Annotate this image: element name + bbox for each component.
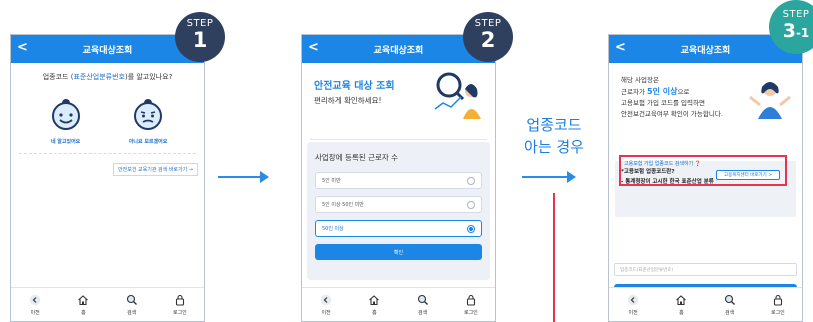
nav-label: 홈 (372, 309, 377, 316)
code-question: 업종코드 (표준산업분류번호)를 알고있나요? (11, 72, 204, 82)
nav-label: 홈 (679, 309, 684, 316)
question-highlight: 표준산업분류번호 (73, 73, 125, 81)
industry-code-input[interactable]: 업종코드(표준산업분류번호) (614, 263, 797, 276)
back-circle-icon (320, 294, 333, 307)
branch-line (553, 193, 555, 322)
lock-icon (771, 294, 784, 307)
divider (19, 153, 196, 154)
nav-label: 이전 (30, 309, 40, 316)
bottom-nav: 이전 홈 검색 로그인 (302, 287, 495, 321)
edu-institution-link[interactable]: 안전보건 교육기관 검색 바로가기 → (113, 163, 198, 176)
option-over-50[interactable]: 50인 이상 (315, 220, 482, 237)
option-label: 50인 이상 (322, 226, 344, 232)
page-title: 교육대상조회 (82, 45, 133, 56)
branch-label-line: 아는 경우 (524, 138, 584, 156)
option-no-label: 아니요 모르겠어요 (128, 139, 168, 145)
home-icon (77, 294, 90, 307)
step-number: 3-1 (769, 20, 813, 44)
chevron-left-icon[interactable]: < (615, 40, 626, 55)
search-icon (723, 294, 736, 307)
nav-login[interactable]: 로그인 (754, 288, 802, 321)
option-label: 5인 이상 50인 미만 (322, 202, 364, 208)
option-5-to-50[interactable]: 5인 이상 50인 미만 (315, 196, 482, 213)
nav-home[interactable]: 홈 (350, 288, 398, 321)
phone-screen-step1: < 교육대상조회 업종코드 (표준산업분류번호)를 알고있나요? 네 알고있어요 (10, 34, 205, 322)
phone-screen-step2: < 교육대상조회 안전교육 대상 조회 편리하게 확인하세요! ※사업자에 종사… (301, 34, 496, 322)
step-number: 2 (480, 28, 496, 52)
highlight-box: 고용보험 가입 업종코드 검색하기 ❓ 고용복지센터 바로가기 > (619, 155, 787, 186)
smile-face-icon (51, 99, 80, 130)
lock-icon (464, 294, 477, 307)
nav-search[interactable]: 검색 (108, 288, 156, 321)
nav-label: 로그인 (172, 309, 187, 316)
nav-label: 검색 (418, 309, 428, 316)
bottom-nav: 이전 홈 검색 로그인 (11, 287, 204, 321)
nav-label: 로그인 (463, 309, 478, 316)
nav-back[interactable]: 이전 (609, 288, 657, 321)
worker-count-form: 사업장에 등록된 근로자 수 5인 미만 5인 이상 50인 미만 50인 이상… (307, 142, 490, 280)
nav-label: 이전 (628, 309, 638, 316)
nav-back[interactable]: 이전 (302, 288, 350, 321)
page-title: 교육대상조회 (680, 45, 731, 56)
worker-count-highlight: 5인 이상 (647, 87, 678, 96)
result-section: 해당 사업장은 근로자가 5인 이상으로 고용보험 가입 코드를 입력하면 안전… (609, 63, 802, 153)
question-text: 업종코드 ( (42, 73, 74, 81)
nav-home[interactable]: 홈 (59, 288, 107, 321)
confused-face-icon (134, 99, 163, 130)
bottom-nav: 이전 홈 검색 로그인 (609, 287, 802, 321)
step-label: STEP (782, 9, 810, 20)
nav-login[interactable]: 로그인 (156, 288, 204, 321)
home-icon (368, 294, 381, 307)
option-under-5[interactable]: 5인 미만 (315, 172, 482, 189)
nav-label: 로그인 (770, 309, 785, 316)
question-text-end: )를 알고있나요? (124, 73, 173, 81)
flow-arrow-right-icon (522, 171, 576, 183)
person-illustration-icon (749, 82, 791, 119)
option-label: 5인 미만 (322, 178, 341, 184)
nav-label: 검색 (127, 309, 137, 316)
result-text: 으로 (677, 88, 690, 96)
phone-screen-step3-1: < 교육대상조회 해당 사업장은 근로자가 5인 이상으로 고용보험 가입 코드… (608, 34, 803, 322)
nav-search[interactable]: 검색 (706, 288, 754, 321)
step-badge-1: STEP 1 (175, 12, 225, 62)
page-title: 교육대상조회 (373, 45, 424, 56)
step-number: 1 (192, 28, 208, 52)
chevron-left-icon[interactable]: < (308, 40, 319, 55)
worker-count-question: 사업장에 등록된 근로자 수 (315, 153, 399, 162)
chevron-left-icon[interactable]: < (17, 40, 28, 55)
nav-back[interactable]: 이전 (11, 288, 59, 321)
radio-button[interactable] (467, 176, 475, 185)
back-circle-icon (29, 294, 42, 307)
flow-arrow-right-icon (218, 171, 269, 183)
option-yes-label: 네 알고있어요 (50, 139, 81, 145)
back-circle-icon (627, 294, 640, 307)
option-no[interactable]: 아니요 모르겠어요 (128, 96, 168, 145)
answer-options: 네 알고있어요 아니요 모르겠어요 (11, 96, 204, 145)
lock-icon (173, 294, 186, 307)
confirm-button[interactable]: 확인 (315, 244, 482, 260)
result-text: 근로자가 (621, 88, 647, 96)
nav-login[interactable]: 로그인 (447, 288, 495, 321)
radio-button-selected[interactable] (467, 224, 475, 233)
nav-label: 이전 (321, 309, 331, 316)
nav-search[interactable]: 검색 (399, 288, 447, 321)
branch-label: 업종코드 아는 경우 (508, 114, 600, 158)
branch-label-line: 업종코드 (526, 116, 582, 134)
nav-label: 검색 (725, 309, 735, 316)
hero-section: 안전교육 대상 조회 편리하게 확인하세요! (302, 63, 495, 135)
step-number-main: 3 (782, 20, 796, 42)
step-number-suffix: -1 (795, 26, 810, 40)
code-search-link[interactable]: 고용보험 가입 업종코드 검색하기 ❓ (624, 160, 785, 167)
magnifier-person-illustration-icon (434, 72, 481, 119)
home-icon (675, 294, 688, 307)
search-icon (125, 294, 138, 307)
nav-home[interactable]: 홈 (657, 288, 705, 321)
nav-label: 홈 (81, 309, 86, 316)
option-yes[interactable]: 네 알고있어요 (48, 96, 84, 145)
radio-button[interactable] (467, 200, 475, 209)
search-icon (416, 294, 429, 307)
step-badge-2: STEP 2 (463, 12, 513, 62)
employment-center-button[interactable]: 고용복지센터 바로가기 > (715, 170, 780, 180)
